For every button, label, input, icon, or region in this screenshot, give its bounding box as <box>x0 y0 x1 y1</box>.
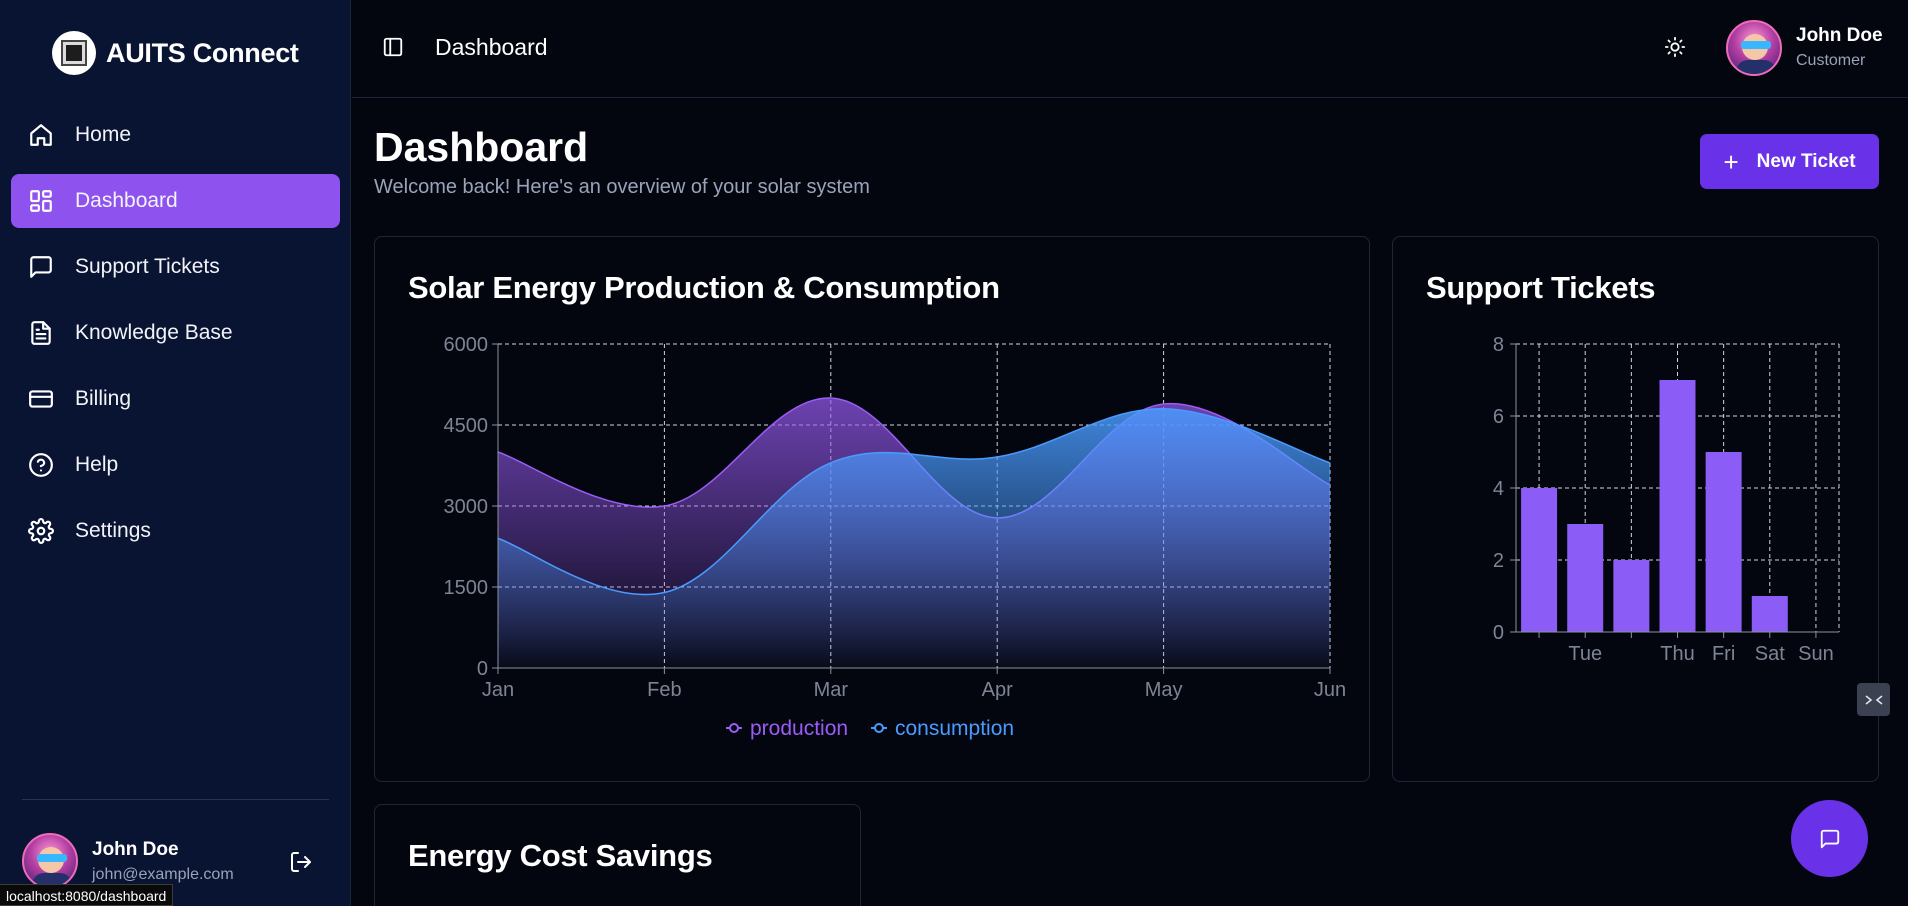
sidebar-item-label: Billing <box>75 387 132 410</box>
sidebar-item-home[interactable]: Home <box>11 108 340 162</box>
header-user-role: Customer <box>1796 52 1866 69</box>
legend-marker-dot <box>729 723 739 733</box>
header-user[interactable]: John Doe Customer <box>1796 25 1883 70</box>
legend-label: production <box>750 717 848 740</box>
y-tick-label: 6000 <box>444 334 489 356</box>
collapse-handle-icon[interactable] <box>1857 683 1890 716</box>
header-user-name: John Doe <box>1796 25 1883 46</box>
sidebar-item-label: Home <box>75 123 132 146</box>
brand-logo <box>52 31 96 75</box>
sidebar-item-label: Dashboard <box>75 189 178 212</box>
sidebar-item-settings[interactable]: Settings <box>11 504 340 558</box>
sidebar-user: John Doe john@example.com <box>22 833 234 889</box>
chat-button[interactable] <box>1791 800 1868 877</box>
sidebar-item-dashboard[interactable]: Dashboard <box>11 174 340 228</box>
tickets-chart-card: Support Tickets 0 2 4 6 8 Tue Thu Fri Sat Sun <box>1392 236 1879 782</box>
x-tick-label: Tue <box>1568 643 1602 665</box>
sidebar-user-email: john@example.com <box>92 865 234 883</box>
sun-icon[interactable] <box>1664 36 1686 58</box>
dashboard-grid-icon <box>28 188 54 214</box>
header-title: Dashboard <box>435 34 548 60</box>
message-square-icon <box>28 254 54 280</box>
logout-icon[interactable] <box>289 850 313 874</box>
brand[interactable]: AUITS Connect <box>52 31 299 75</box>
status-url-tooltip: localhost:8080/dashboard <box>0 884 174 906</box>
solar-chart-card: Solar Energy Production & Consumption 01… <box>374 236 1370 782</box>
savings-card-title: Energy Cost Savings <box>408 838 713 873</box>
savings-card: Energy Cost Savings <box>374 804 861 906</box>
tickets-bar-chart: 0 2 4 6 8 Tue Thu Fri Sat Sun <box>1493 334 1840 665</box>
y-tick-label: 6 <box>1493 406 1504 428</box>
top-header: Dashboard John Doe Customer <box>352 0 1908 98</box>
sidebar-divider <box>22 799 329 800</box>
x-tick-label: Jun <box>1314 679 1346 701</box>
bar-sat <box>1751 596 1788 632</box>
sidebar-item-label: Support Tickets <box>75 255 220 278</box>
x-tick-label: May <box>1145 679 1183 701</box>
y-tick-label: 8 <box>1493 334 1504 356</box>
y-tick-label: 1500 <box>444 577 489 599</box>
y-tick-label: 2 <box>1493 550 1504 572</box>
bar-wed <box>1613 560 1650 632</box>
chat-icon <box>1819 828 1841 850</box>
x-tick-label: Apr <box>982 679 1013 701</box>
gear-icon <box>28 518 54 544</box>
bar-fri <box>1705 452 1742 632</box>
sidebar-toggle-icon[interactable] <box>382 36 404 58</box>
sidebar-item-label: Knowledge Base <box>75 321 233 344</box>
sidebar-item-knowledge-base[interactable]: Knowledge Base <box>11 306 340 360</box>
header-avatar[interactable] <box>1726 20 1782 76</box>
y-tick-label: 0 <box>1493 622 1504 644</box>
plus-icon: + <box>1723 146 1739 177</box>
help-circle-icon <box>28 452 54 478</box>
page-title: Dashboard <box>374 124 589 170</box>
x-tick-label: Feb <box>647 679 681 701</box>
sidebar-item-label: Settings <box>75 519 151 542</box>
bar-thu <box>1659 380 1696 632</box>
x-tick-label: Thu <box>1660 643 1694 665</box>
x-tick-label: Fri <box>1712 643 1735 665</box>
y-tick-label: 4 <box>1493 478 1504 500</box>
sidebar-user-name: John Doe <box>92 838 179 860</box>
x-tick-label: Sun <box>1798 643 1834 665</box>
new-ticket-button[interactable]: + New Ticket <box>1700 134 1879 189</box>
page-subtitle: Welcome back! Here's an overview of your… <box>374 176 870 198</box>
y-tick-label: 3000 <box>444 496 489 518</box>
y-tick-label: 4500 <box>444 415 489 437</box>
new-ticket-label: New Ticket <box>1756 150 1856 172</box>
sidebar-item-billing[interactable]: Billing <box>11 372 340 426</box>
x-tick-label: Jan <box>482 679 514 701</box>
home-icon <box>28 122 54 148</box>
file-text-icon <box>28 320 54 346</box>
y-tick-label: 0 <box>477 658 488 680</box>
bar-mon <box>1521 488 1558 632</box>
legend-label: consumption <box>895 717 1014 740</box>
sidebar-item-support-tickets[interactable]: Support Tickets <box>11 240 340 294</box>
legend-marker-dot <box>874 723 884 733</box>
sidebar-item-help[interactable]: Help <box>11 438 340 492</box>
credit-card-icon <box>28 386 54 412</box>
sidebar-item-label: Help <box>75 453 119 476</box>
bar-tue <box>1567 524 1604 632</box>
sidebar: AUITS Connect Home Dashboard Support Tic… <box>0 0 351 906</box>
solar-area-chart: 0 1500 3000 4500 6000 Jan Feb Mar Apr May Jun produ… <box>444 334 1347 740</box>
brand-name: AUITS Connect <box>106 37 299 68</box>
x-tick-label: Mar <box>814 679 849 701</box>
x-tick-label: Sat <box>1755 643 1785 665</box>
avatar <box>22 833 78 889</box>
sidebar-nav: Home Dashboard Support Tickets Knowledge… <box>11 108 340 570</box>
